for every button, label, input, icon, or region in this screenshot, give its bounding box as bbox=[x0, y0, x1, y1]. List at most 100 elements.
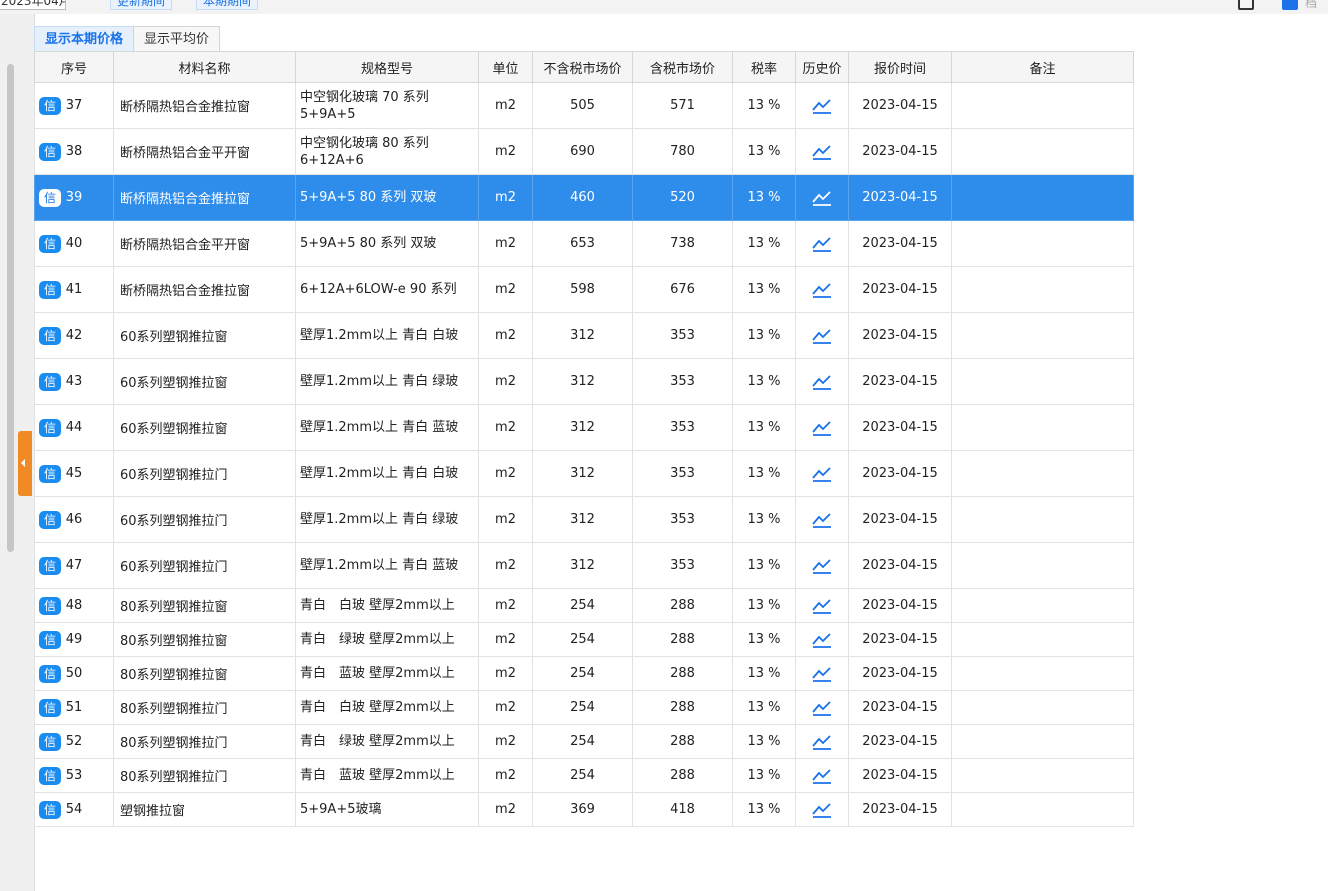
table-row[interactable]: 信 42 60系列塑钢推拉窗 壁厚1.2mm以上 青白 白玻 m2 312 353 13 % 2… bbox=[34, 312, 1134, 359]
trend-chart-icon[interactable] bbox=[811, 419, 833, 437]
credit-badge-icon[interactable]: 信 bbox=[39, 630, 61, 649]
note-cell[interactable] bbox=[951, 758, 1134, 793]
note-cell[interactable] bbox=[951, 450, 1134, 497]
history-price-cell[interactable] bbox=[795, 82, 849, 129]
column-header-note[interactable]: 备注 bbox=[951, 51, 1134, 83]
history-price-cell[interactable] bbox=[795, 128, 849, 175]
column-header-price-inc-tax[interactable]: 含税市场价 bbox=[632, 51, 733, 83]
export-icon[interactable] bbox=[1238, 0, 1254, 10]
trend-chart-icon[interactable] bbox=[811, 97, 833, 115]
trend-chart-icon[interactable] bbox=[811, 235, 833, 253]
trend-chart-icon[interactable] bbox=[811, 767, 833, 785]
column-header-spec[interactable]: 规格型号 bbox=[295, 51, 479, 83]
table-row[interactable]: 信 47 60系列塑钢推拉门 壁厚1.2mm以上 青白 蓝玻 m2 312 353 13 % 2… bbox=[34, 542, 1134, 589]
credit-badge-icon[interactable]: 信 bbox=[39, 664, 61, 683]
credit-badge-icon[interactable]: 信 bbox=[39, 698, 61, 717]
note-cell[interactable] bbox=[951, 174, 1134, 221]
history-price-cell[interactable] bbox=[795, 312, 849, 359]
note-cell[interactable] bbox=[951, 312, 1134, 359]
history-price-cell[interactable] bbox=[795, 724, 849, 759]
table-row[interactable]: 信 50 80系列塑钢推拉窗 青白 蓝玻 壁厚2mm以上 m2 254 288 13 % 202… bbox=[34, 656, 1134, 691]
trend-chart-icon[interactable] bbox=[811, 281, 833, 299]
note-cell[interactable] bbox=[951, 128, 1134, 175]
history-price-cell[interactable] bbox=[795, 266, 849, 313]
note-cell[interactable] bbox=[951, 792, 1134, 827]
trend-chart-icon[interactable] bbox=[811, 733, 833, 751]
column-header-seq[interactable]: 序号 bbox=[34, 51, 114, 83]
trend-chart-icon[interactable] bbox=[811, 699, 833, 717]
note-cell[interactable] bbox=[951, 358, 1134, 405]
note-cell[interactable] bbox=[951, 588, 1134, 623]
history-price-cell[interactable] bbox=[795, 358, 849, 405]
import-icon[interactable] bbox=[1282, 0, 1298, 10]
trend-chart-icon[interactable] bbox=[811, 373, 833, 391]
credit-badge-icon[interactable]: 信 bbox=[39, 234, 61, 253]
table-row[interactable]: 信 53 80系列塑钢推拉门 青白 蓝玻 壁厚2mm以上 m2 254 288 13 % 202… bbox=[34, 758, 1134, 793]
tab-average-price[interactable]: 显示平均价 bbox=[133, 26, 221, 51]
column-header-unit[interactable]: 单位 bbox=[478, 51, 533, 83]
trend-chart-icon[interactable] bbox=[811, 801, 833, 819]
credit-badge-icon[interactable]: 信 bbox=[39, 96, 61, 115]
note-cell[interactable] bbox=[951, 220, 1134, 267]
note-cell[interactable] bbox=[951, 724, 1134, 759]
column-header-price-ex-tax[interactable]: 不含税市场价 bbox=[532, 51, 633, 83]
table-row[interactable]: 信 44 60系列塑钢推拉窗 壁厚1.2mm以上 青白 蓝玻 m2 312 353 13 % 2… bbox=[34, 404, 1134, 451]
trend-chart-icon[interactable] bbox=[811, 631, 833, 649]
tab-current-price[interactable]: 显示本期价格 bbox=[34, 26, 135, 51]
trend-chart-icon[interactable] bbox=[811, 143, 833, 161]
credit-badge-icon[interactable]: 信 bbox=[39, 372, 61, 391]
trend-chart-icon[interactable] bbox=[811, 465, 833, 483]
column-header-material-name[interactable]: 材料名称 bbox=[113, 51, 296, 83]
history-price-cell[interactable] bbox=[795, 542, 849, 589]
period-date-input[interactable]: 2023年04月 bbox=[0, 0, 66, 10]
history-price-cell[interactable] bbox=[795, 792, 849, 827]
update-period-button[interactable]: 更新期间 bbox=[110, 0, 173, 10]
column-header-tax-rate[interactable]: 税率 bbox=[732, 51, 796, 83]
trend-chart-icon[interactable] bbox=[811, 597, 833, 615]
note-cell[interactable] bbox=[951, 542, 1134, 589]
note-cell[interactable] bbox=[951, 404, 1134, 451]
history-price-cell[interactable] bbox=[795, 690, 849, 725]
table-row[interactable]: 信 52 80系列塑钢推拉门 青白 绿玻 壁厚2mm以上 m2 254 288 13 % 202… bbox=[34, 724, 1134, 759]
column-header-quote-date[interactable]: 报价时间 bbox=[848, 51, 952, 83]
credit-badge-icon[interactable]: 信 bbox=[39, 418, 61, 437]
history-price-cell[interactable] bbox=[795, 174, 849, 221]
history-price-cell[interactable] bbox=[795, 622, 849, 657]
column-header-history-price[interactable]: 历史价 bbox=[795, 51, 849, 83]
table-row[interactable]: 信 39 断桥隔热铝合金推拉窗 5+9A+5 80 系列 双玻 m2 460 520 13 %… bbox=[34, 174, 1134, 221]
history-price-cell[interactable] bbox=[795, 404, 849, 451]
this-period-button[interactable]: 本期期间 bbox=[196, 0, 259, 10]
table-row[interactable]: 信 43 60系列塑钢推拉窗 壁厚1.2mm以上 青白 绿玻 m2 312 353 13 % 2… bbox=[34, 358, 1134, 405]
trend-chart-icon[interactable] bbox=[811, 557, 833, 575]
credit-badge-icon[interactable]: 信 bbox=[39, 766, 61, 785]
credit-badge-icon[interactable]: 信 bbox=[39, 732, 61, 751]
trend-chart-icon[interactable] bbox=[811, 327, 833, 345]
credit-badge-icon[interactable]: 信 bbox=[39, 188, 61, 207]
note-cell[interactable] bbox=[951, 496, 1134, 543]
history-price-cell[interactable] bbox=[795, 758, 849, 793]
table-row[interactable]: 信 40 断桥隔热铝合金平开窗 5+9A+5 80 系列 双玻 m2 653 738 13 %… bbox=[34, 220, 1134, 267]
table-row[interactable]: 信 41 断桥隔热铝合金推拉窗 6+12A+6LOW-e 90 系列 m2 598 676 1… bbox=[34, 266, 1134, 313]
credit-badge-icon[interactable]: 信 bbox=[39, 800, 61, 819]
note-cell[interactable] bbox=[951, 622, 1134, 657]
trend-chart-icon[interactable] bbox=[811, 665, 833, 683]
history-price-cell[interactable] bbox=[795, 656, 849, 691]
table-row[interactable]: 信 37 断桥隔热铝合金推拉窗 中空钢化玻璃 70 系列 5+9A+5 m2 505 571… bbox=[34, 82, 1134, 129]
credit-badge-icon[interactable]: 信 bbox=[39, 510, 61, 529]
history-price-cell[interactable] bbox=[795, 220, 849, 267]
credit-badge-icon[interactable]: 信 bbox=[39, 596, 61, 615]
trend-chart-icon[interactable] bbox=[811, 511, 833, 529]
credit-badge-icon[interactable]: 信 bbox=[39, 556, 61, 575]
table-row[interactable]: 信 48 80系列塑钢推拉窗 青白 白玻 壁厚2mm以上 m2 254 288 13 % 202… bbox=[34, 588, 1134, 623]
note-cell[interactable] bbox=[951, 82, 1134, 129]
credit-badge-icon[interactable]: 信 bbox=[39, 142, 61, 161]
vertical-scrollbar[interactable] bbox=[7, 64, 14, 552]
note-cell[interactable] bbox=[951, 656, 1134, 691]
history-price-cell[interactable] bbox=[795, 450, 849, 497]
table-row[interactable]: 信 51 80系列塑钢推拉门 青白 白玻 壁厚2mm以上 m2 254 288 13 % 202… bbox=[34, 690, 1134, 725]
note-cell[interactable] bbox=[951, 690, 1134, 725]
table-row[interactable]: 信 49 80系列塑钢推拉窗 青白 绿玻 壁厚2mm以上 m2 254 288 13 % 202… bbox=[34, 622, 1134, 657]
collapse-panel-handle[interactable] bbox=[18, 431, 32, 496]
note-cell[interactable] bbox=[951, 266, 1134, 313]
history-price-cell[interactable] bbox=[795, 496, 849, 543]
